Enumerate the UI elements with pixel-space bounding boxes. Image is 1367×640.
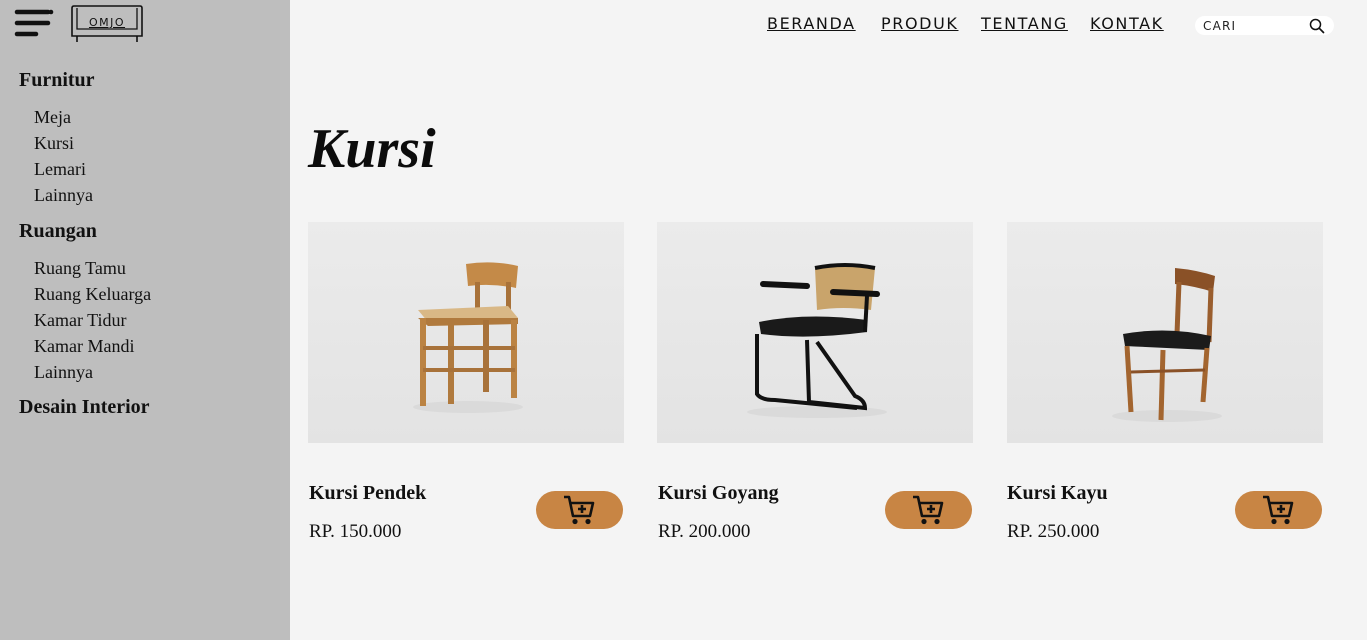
add-to-cart-button-kursi-goyang[interactable] (885, 491, 972, 529)
logo-text: OMJO (88, 16, 126, 29)
category-desain-interior[interactable]: Desain Interior (19, 396, 150, 419)
product-name-kursi-goyang[interactable]: Kursi Goyang (658, 482, 779, 505)
page-title: Kursi (308, 118, 436, 180)
brand-logo[interactable]: OMJO (68, 5, 146, 43)
sidebar-item-ruang-keluarga[interactable]: Ruang Keluarga (34, 284, 151, 305)
product-price-kursi-pendek: RP. 150.000 (309, 521, 402, 542)
add-to-cart-button-kursi-pendek[interactable] (536, 491, 623, 529)
category-furnitur[interactable]: Furnitur (19, 69, 95, 92)
sidebar-item-kamar-tidur[interactable]: Kamar Tidur (34, 310, 127, 331)
chair-image (413, 262, 523, 413)
product-name-kursi-kayu[interactable]: Kursi Kayu (1007, 482, 1108, 505)
category-ruangan[interactable]: Ruangan (19, 220, 97, 243)
product-price-kursi-kayu: RP. 250.000 (1007, 521, 1100, 542)
nav-kontak[interactable]: KONTAK (1090, 14, 1164, 36)
sidebar-item-kursi[interactable]: Kursi (34, 133, 74, 154)
search-bar (1195, 16, 1334, 35)
chair-image (1112, 268, 1222, 422)
sidebar-item-lainnya-ruangan[interactable]: Lainnya (34, 362, 93, 383)
menu-icon[interactable] (14, 9, 54, 39)
product-image-kursi-pendek[interactable] (308, 222, 624, 443)
nav-beranda[interactable]: BERANDA (767, 14, 856, 36)
product-image-kursi-goyang[interactable] (657, 222, 973, 443)
cart-plus-icon (913, 495, 944, 525)
nav-produk[interactable]: PRODUK (881, 14, 958, 36)
sidebar: OMJO Furnitur Meja Kursi Lemari Lainnya … (0, 0, 290, 640)
sidebar-item-lainnya[interactable]: Lainnya (34, 185, 93, 206)
product-image-kursi-kayu[interactable] (1007, 222, 1323, 443)
search-input[interactable] (1203, 17, 1307, 34)
sidebar-item-lemari[interactable]: Lemari (34, 159, 86, 180)
cart-plus-icon (564, 495, 595, 525)
cart-plus-icon (1263, 495, 1294, 525)
sidebar-item-kamar-mandi[interactable]: Kamar Mandi (34, 336, 134, 357)
product-name-kursi-pendek[interactable]: Kursi Pendek (309, 482, 426, 505)
chair-image (747, 263, 887, 418)
sidebar-item-ruang-tamu[interactable]: Ruang Tamu (34, 258, 126, 279)
product-price-kursi-goyang: RP. 200.000 (658, 521, 751, 542)
sidebar-item-meja[interactable]: Meja (34, 107, 71, 128)
add-to-cart-button-kursi-kayu[interactable] (1235, 491, 1322, 529)
nav-tentang[interactable]: TENTANG (981, 14, 1068, 36)
search-icon[interactable] (1309, 18, 1325, 34)
